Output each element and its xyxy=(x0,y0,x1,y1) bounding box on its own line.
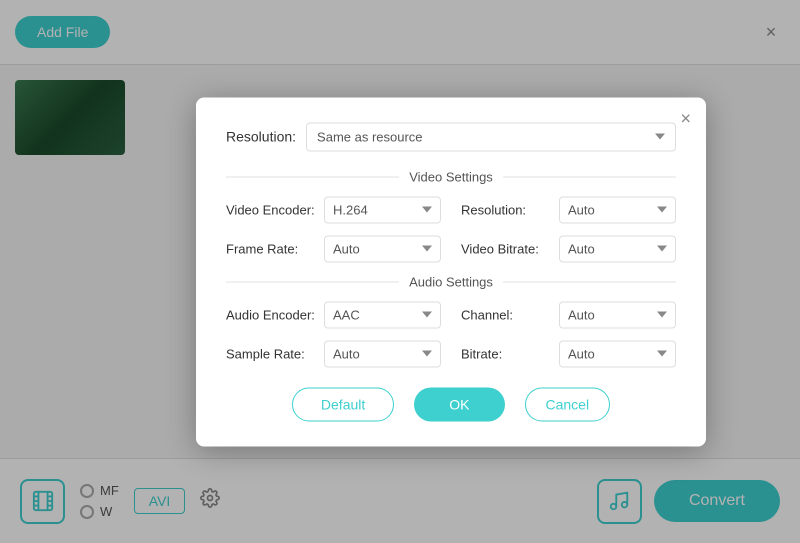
video-settings-divider: Video Settings xyxy=(226,169,676,184)
video-encoder-row: Video Encoder: H.264 xyxy=(226,196,441,223)
resolution-row: Resolution: Auto xyxy=(461,196,676,223)
audio-encoder-label: Audio Encoder: xyxy=(226,307,316,322)
default-button[interactable]: Default xyxy=(292,387,394,421)
video-encoder-label: Video Encoder: xyxy=(226,202,316,217)
frame-rate-label: Frame Rate: xyxy=(226,241,316,256)
frame-rate-select[interactable]: Auto xyxy=(324,235,441,262)
audio-encoder-select[interactable]: AAC xyxy=(324,301,441,328)
bitrate-row: Bitrate: Auto xyxy=(461,340,676,367)
channel-row: Channel: Auto xyxy=(461,301,676,328)
audio-encoder-row: Audio Encoder: AAC xyxy=(226,301,441,328)
resolution-top-select[interactable]: Same as resource xyxy=(306,122,676,151)
modal-buttons: Default OK Cancel xyxy=(226,387,676,421)
divider-line-right xyxy=(503,176,676,177)
video-bitrate-select[interactable]: Auto xyxy=(559,235,676,262)
video-encoder-select[interactable]: H.264 xyxy=(324,196,441,223)
divider-line-left xyxy=(226,176,399,177)
audio-settings-grid: Audio Encoder: AAC Channel: Auto Sample … xyxy=(226,301,676,367)
video-settings-grid: Video Encoder: H.264 Resolution: Auto Fr… xyxy=(226,196,676,262)
video-bitrate-row: Video Bitrate: Auto xyxy=(461,235,676,262)
channel-label: Channel: xyxy=(461,307,551,322)
audio-settings-divider: Audio Settings xyxy=(226,274,676,289)
resolution-top-label: Resolution: xyxy=(226,129,296,145)
frame-rate-row: Frame Rate: Auto xyxy=(226,235,441,262)
app-window: Add File × xyxy=(0,0,800,543)
video-settings-title: Video Settings xyxy=(409,169,493,184)
ok-button[interactable]: OK xyxy=(414,387,504,421)
sample-rate-label: Sample Rate: xyxy=(226,346,316,361)
audio-divider-right xyxy=(503,281,676,282)
bitrate-select[interactable]: Auto xyxy=(559,340,676,367)
cancel-button[interactable]: Cancel xyxy=(525,387,611,421)
resolution-top-row: Resolution: Same as resource xyxy=(226,122,676,151)
sample-rate-row: Sample Rate: Auto xyxy=(226,340,441,367)
channel-select[interactable]: Auto xyxy=(559,301,676,328)
modal-close-button[interactable]: × xyxy=(680,109,691,127)
bitrate-label: Bitrate: xyxy=(461,346,551,361)
settings-modal: × Resolution: Same as resource Video Set… xyxy=(196,97,706,446)
video-bitrate-label: Video Bitrate: xyxy=(461,241,551,256)
sample-rate-select[interactable]: Auto xyxy=(324,340,441,367)
audio-divider-left xyxy=(226,281,399,282)
audio-settings-title: Audio Settings xyxy=(409,274,493,289)
resolution-select[interactable]: Auto xyxy=(559,196,676,223)
resolution-label: Resolution: xyxy=(461,202,551,217)
